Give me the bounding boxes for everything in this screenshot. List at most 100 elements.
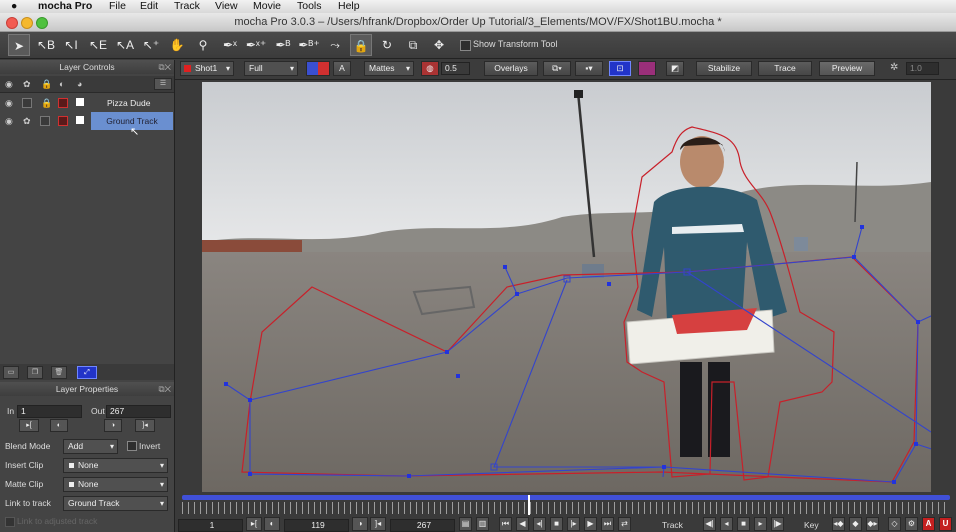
grid-view-button[interactable]: ▪▾ [575, 61, 603, 76]
menu-tools[interactable]: Tools [297, 0, 322, 13]
invert-checkbox[interactable] [127, 441, 137, 451]
layer-color-swatch[interactable] [76, 98, 84, 106]
menu-file[interactable]: File [109, 0, 126, 13]
blend-mode-select[interactable]: Add [63, 439, 118, 454]
menu-edit[interactable]: Edit [140, 0, 158, 13]
add-point-tool-icon[interactable]: ↖⁺ [140, 34, 162, 56]
prev-key-icon[interactable]: ◂◆ [832, 517, 845, 531]
go-to-start-icon[interactable]: ⏮ [499, 517, 512, 531]
spline-point[interactable] [445, 350, 449, 354]
timeline-playhead[interactable] [527, 495, 530, 515]
magnetic-lock-icon[interactable]: 🔒 [350, 34, 372, 56]
zoom-magnifier-icon[interactable]: ⚲ [192, 34, 214, 56]
track-forward-frame-icon[interactable]: ▸ [754, 517, 767, 531]
select-i-tool-icon[interactable]: ↖I [60, 34, 82, 56]
spline-point[interactable] [662, 465, 666, 469]
next-key-icon[interactable]: ◆▸ [866, 517, 879, 531]
add-x-spline-tool-icon[interactable]: ✒ˣ⁺ [245, 34, 267, 56]
select-e-tool-icon[interactable]: ↖E [87, 34, 109, 56]
spline-point[interactable] [852, 255, 856, 259]
layer-color-swatch[interactable] [76, 116, 84, 124]
go-to-in-icon[interactable]: ◐ [50, 419, 68, 432]
export-icon[interactable]: ◩ [666, 61, 684, 76]
expand-icon[interactable]: ⤢ [77, 366, 97, 379]
preview-button[interactable]: Preview [819, 61, 875, 76]
spline-point[interactable] [224, 382, 228, 386]
add-key-icon[interactable]: ◆ [849, 517, 862, 531]
menu-track[interactable]: Track [174, 0, 200, 13]
insert-clip-select[interactable]: None [63, 458, 168, 473]
step-back-icon[interactable]: ◂| [533, 517, 546, 531]
scale-tool-icon[interactable]: ⧉ [402, 34, 424, 56]
menu-help[interactable]: Help [338, 0, 360, 13]
overlays-button[interactable]: Overlays [484, 61, 538, 76]
spline-point[interactable] [607, 282, 611, 286]
apple-menu-icon[interactable]: ● [11, 0, 17, 13]
matte-color-button[interactable]: ◍ [421, 61, 439, 76]
mattes-select[interactable]: Mattes [364, 61, 414, 76]
go-to-end-icon[interactable]: ⏭ [601, 517, 614, 531]
spline-point[interactable] [860, 225, 864, 229]
track-back-frame-icon[interactable]: ◂ [720, 517, 733, 531]
matte-toggle[interactable] [58, 98, 68, 108]
spline-point[interactable] [515, 292, 519, 296]
select-b-tool-icon[interactable]: ↖B [35, 34, 57, 56]
rotate-tool-icon[interactable]: ↻ [376, 34, 398, 56]
spline-point[interactable] [248, 472, 252, 476]
move-tool-icon[interactable]: ✥ [428, 34, 450, 56]
color-swatch-button[interactable] [638, 61, 656, 76]
loop-icon[interactable]: ⇄ [618, 517, 631, 531]
timeline-ruler[interactable] [182, 502, 950, 514]
stop-icon[interactable]: ■ [550, 517, 563, 531]
panel-float-icon[interactable]: ⧉✕ [158, 382, 171, 396]
out-point-field[interactable]: 267 [106, 405, 171, 418]
go-to-out-icon[interactable]: ◑ [352, 517, 368, 531]
gear-checkbox[interactable] [22, 98, 32, 108]
end-frame-field[interactable]: 267 [390, 519, 455, 532]
track-stop-icon[interactable]: ■ [737, 517, 750, 531]
spline-point[interactable] [892, 480, 896, 484]
x-spline-tool-icon[interactable]: ✒ˣ [219, 34, 241, 56]
panel-float-icon[interactable]: ⧉✕ [158, 60, 171, 74]
spline-point[interactable] [248, 398, 252, 402]
spline-point[interactable] [407, 474, 411, 478]
clip-select[interactable]: Shot1 [180, 61, 234, 76]
layer-view-button[interactable]: ⧉▾ [543, 61, 571, 76]
auto-key-icon[interactable]: A [922, 517, 935, 531]
link-adjusted-checkbox[interactable] [5, 517, 15, 527]
layer-row[interactable]: ◉ ✿ Ground Track [0, 112, 174, 130]
duplicate-layer-icon[interactable]: ❐ [27, 366, 43, 379]
resolution-select[interactable]: Full [244, 61, 298, 76]
frame-end-icon[interactable]: ▥ [476, 517, 489, 531]
step-forward-icon[interactable]: |▸ [567, 517, 580, 531]
snowflake-icon[interactable]: ✲ [890, 62, 898, 73]
start-frame-field[interactable]: 1 [178, 519, 243, 532]
set-out-icon[interactable]: ]◂ [370, 517, 386, 531]
spline-point[interactable] [456, 374, 460, 378]
show-transform-checkbox[interactable] [460, 40, 471, 51]
frame-start-icon[interactable]: ▤ [459, 517, 472, 531]
matte-opacity-field[interactable]: 0.5 [441, 62, 470, 75]
view-a-button[interactable]: A [333, 61, 351, 76]
select-a-tool-icon[interactable]: ↖A [114, 34, 136, 56]
set-out-point-icon[interactable]: ]◂ [135, 419, 155, 432]
go-to-in-icon[interactable]: ◐ [264, 517, 280, 531]
matte-clip-select[interactable]: None [63, 477, 168, 492]
close-window-button[interactable] [6, 17, 18, 29]
link-to-track-select[interactable]: Ground Track [63, 496, 168, 511]
play-forward-icon[interactable]: ▶ [584, 517, 597, 531]
color-channel-button[interactable] [306, 61, 330, 76]
menu-movie[interactable]: Movie [253, 0, 281, 13]
trace-button[interactable]: Trace [758, 61, 812, 76]
delete-key-icon[interactable]: ◇ [888, 517, 901, 531]
play-backward-icon[interactable]: ◀ [516, 517, 529, 531]
key-options-icon[interactable]: ⚙ [905, 517, 918, 531]
app-menu[interactable]: mocha Pro [38, 0, 92, 13]
menu-view[interactable]: View [215, 0, 238, 13]
timeline-track-bar[interactable] [182, 495, 950, 500]
go-to-out-icon[interactable]: ◑ [104, 419, 122, 432]
minimize-window-button[interactable] [21, 17, 33, 29]
visibility-eye-icon[interactable]: ◉ [5, 116, 13, 127]
set-in-icon[interactable]: ▸[ [246, 517, 262, 531]
spline-point[interactable] [503, 265, 507, 269]
